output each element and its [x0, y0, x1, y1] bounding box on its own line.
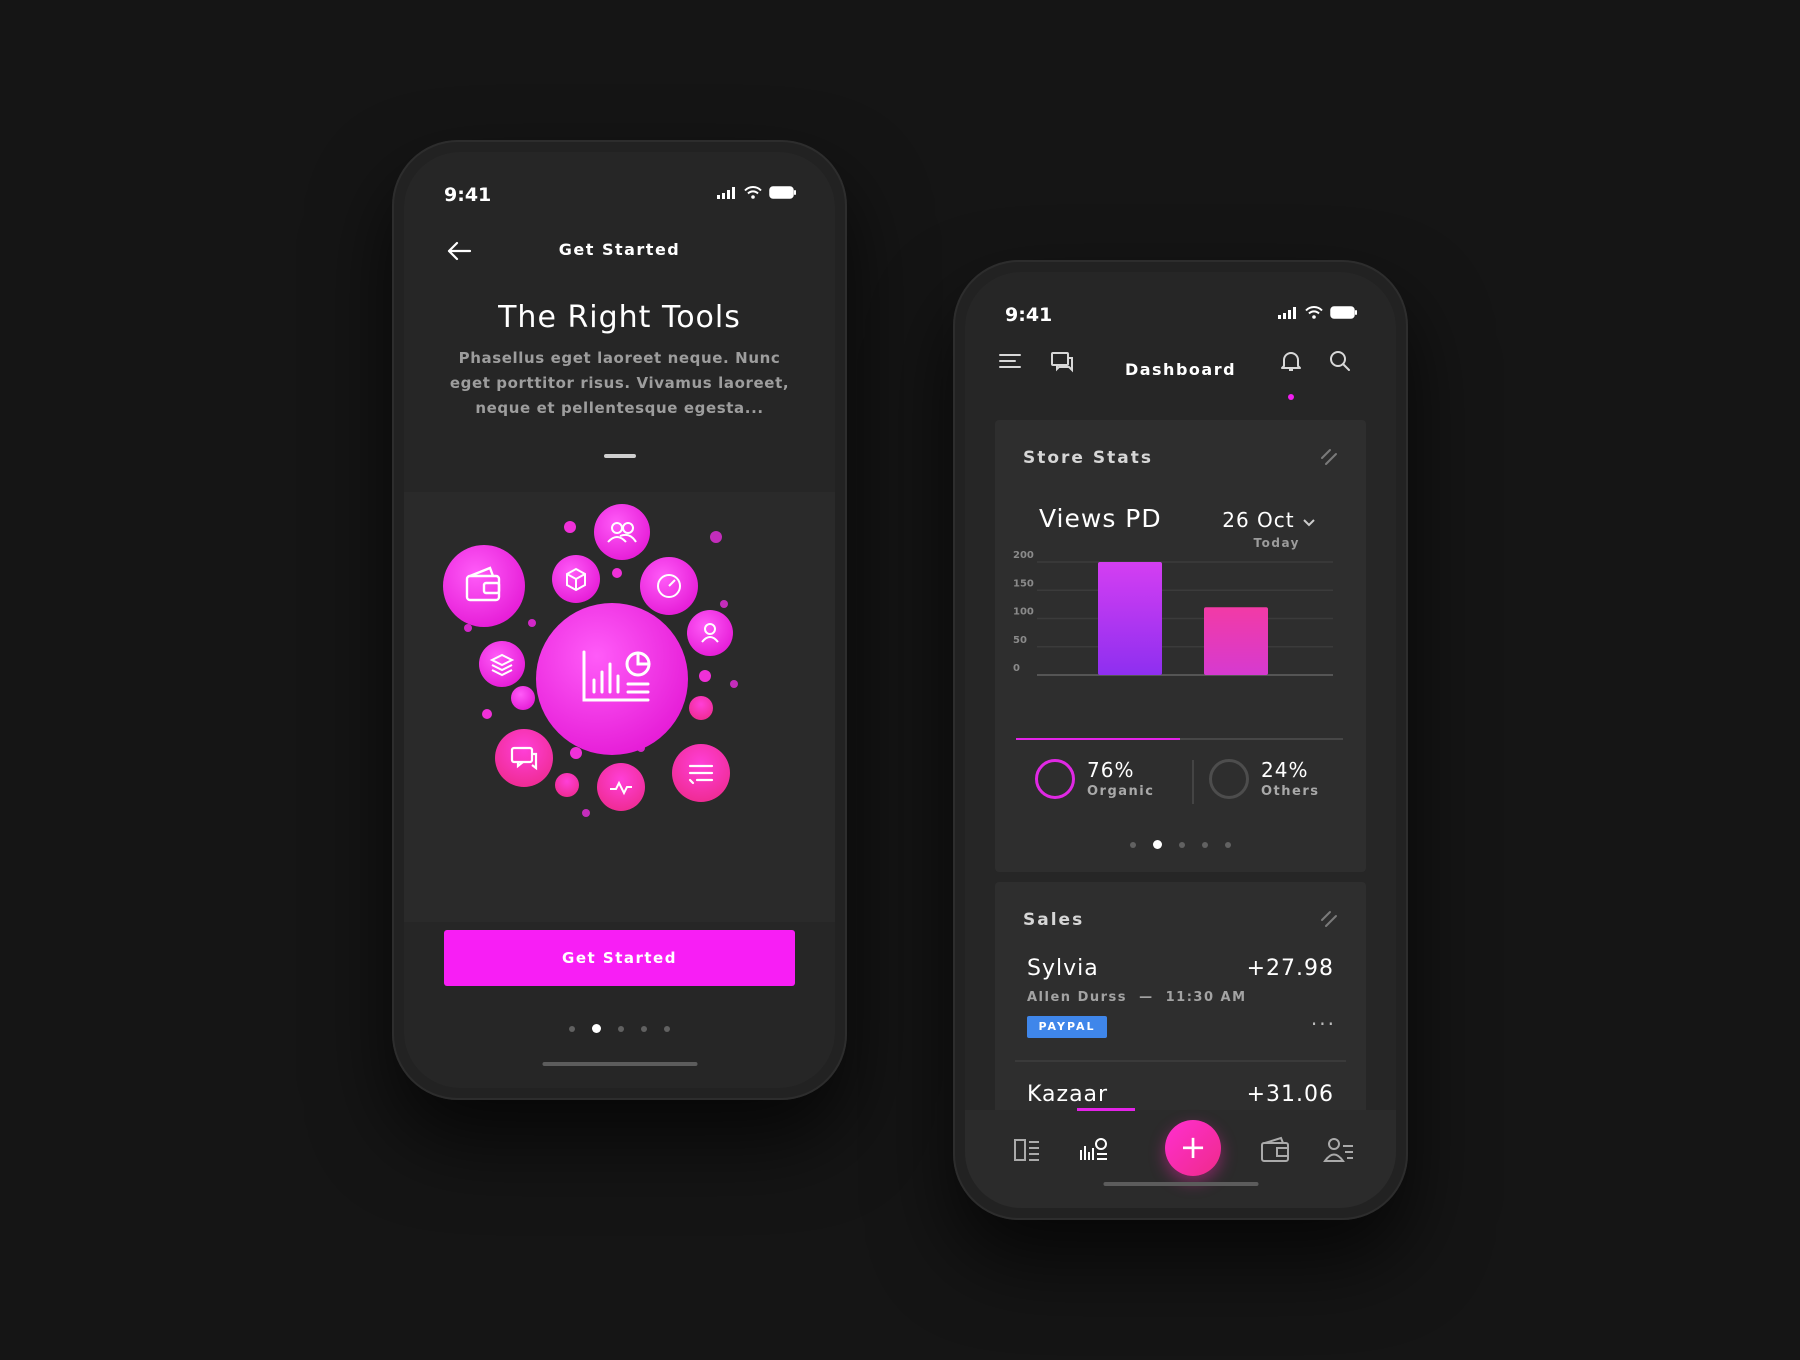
stats-page-indicator [995, 840, 1366, 849]
page-dot[interactable] [1179, 841, 1185, 848]
organic-label: Organic [1087, 784, 1155, 799]
page-dot[interactable] [1225, 841, 1231, 848]
dashboard-icon[interactable] [1011, 1134, 1043, 1166]
organic-progress-track [1016, 738, 1343, 740]
tab-bar: + [965, 1108, 1396, 1208]
get-started-button[interactable]: Get Started [444, 930, 795, 986]
date-value: 26 Oct [1222, 508, 1295, 532]
others-label: Others [1261, 784, 1320, 799]
metric-label: Views PD [1039, 504, 1162, 533]
page-dot[interactable] [569, 1025, 575, 1032]
status-icons [717, 186, 797, 199]
users-bubble [594, 504, 650, 560]
sale-amount: +31.06 [1246, 1082, 1334, 1107]
sale-time: 11:30 AM [1165, 990, 1247, 1005]
more-icon[interactable]: ··· [1311, 1012, 1336, 1036]
others-ring [1209, 758, 1249, 799]
bar[interactable] [1098, 562, 1162, 675]
page-dot[interactable] [1130, 841, 1136, 848]
signal-icon [717, 186, 735, 199]
y-tick-label: 100 [1013, 607, 1034, 618]
page-dot[interactable] [1202, 841, 1208, 848]
card-title: Sales [1023, 910, 1085, 930]
sale-name[interactable]: Kazaar [1027, 1082, 1108, 1107]
page-heading: The Right Tools [498, 300, 741, 335]
page-dot-active[interactable] [1153, 840, 1162, 849]
organic-ring [1035, 758, 1075, 799]
analytics-bubble [536, 603, 688, 755]
status-time: 9:41 [444, 184, 492, 206]
card-title: Store Stats [1023, 448, 1153, 468]
payment-badge: PAYPAL [1027, 1016, 1107, 1038]
y-tick-label: 150 [1013, 578, 1034, 589]
divider [603, 454, 636, 458]
wifi-icon [1305, 306, 1323, 319]
home-indicator[interactable] [1103, 1182, 1258, 1186]
organic-value: 76% [1087, 758, 1135, 782]
others-value: 24% [1261, 758, 1309, 782]
sale-customer: Allen Durss [1027, 990, 1128, 1005]
store-stats-card: Store Stats Views PD 26 Oct Today 200 150… [995, 420, 1366, 872]
active-tab-indicator [1077, 1108, 1135, 1111]
screen: 9:41 Dashboard Store Stats Views PD 26 O… [965, 272, 1396, 1208]
legend-organic: 76% Organic [1035, 758, 1154, 799]
page-dot[interactable] [664, 1025, 670, 1032]
date-subtitle: Today [1253, 536, 1300, 550]
contacts-icon[interactable] [1323, 1134, 1355, 1166]
signal-icon [1278, 306, 1296, 319]
notification-dot [1288, 394, 1294, 400]
page-dot[interactable] [641, 1025, 647, 1032]
sales-card: Sales Sylvia +27.98 Allen Durss — 11:30 … [995, 882, 1366, 1142]
chevron-down-icon [1303, 519, 1315, 527]
stats-icon[interactable] [1077, 1134, 1109, 1166]
date-selector[interactable]: 26 Oct [1222, 508, 1316, 532]
page-dot-active[interactable] [592, 1024, 601, 1033]
wifi-icon [744, 186, 762, 199]
resize-icon[interactable] [1318, 446, 1340, 468]
wallet-icon[interactable] [1259, 1134, 1291, 1166]
battery-icon [1330, 306, 1357, 319]
legend-others: 24% Others [1209, 758, 1320, 799]
home-indicator[interactable] [542, 1062, 697, 1066]
bell-icon[interactable] [1278, 348, 1304, 374]
search-icon[interactable] [1327, 348, 1353, 374]
phone-dashboard: 9:41 Dashboard Store Stats Views PD 26 O… [953, 260, 1408, 1220]
y-tick-label: 200 [1013, 550, 1034, 561]
status-time: 9:41 [1005, 304, 1053, 326]
sale-meta: Allen Durss — 11:30 AM [1027, 990, 1247, 1005]
top-bar: Dashboard [965, 344, 1396, 404]
add-button[interactable]: + [1165, 1120, 1221, 1176]
resize-icon[interactable] [1318, 908, 1340, 930]
page-indicator [404, 1024, 835, 1033]
page-dot[interactable] [618, 1025, 624, 1032]
sale-name[interactable]: Sylvia [1027, 956, 1099, 981]
status-icons [1278, 306, 1358, 319]
sale-divider [1015, 1060, 1346, 1062]
bar[interactable] [1204, 607, 1268, 675]
legend-divider [1192, 760, 1194, 804]
organic-progress-fill [1016, 738, 1181, 740]
nav-title: Get Started [558, 240, 681, 259]
battery-icon [769, 186, 796, 199]
phone-get-started: 9:41 Get Started The Right Tools Phasell… [392, 140, 847, 1100]
y-tick-label: 50 [1013, 635, 1027, 646]
y-tick-label: 0 [1013, 663, 1020, 674]
views-bar-chart: 200 150 100 50 0 [1013, 550, 1333, 676]
tools-illustration [404, 492, 835, 922]
sale-amount: +27.98 [1246, 956, 1334, 981]
page-description: Phasellus eget laoreet neque. Nunc eget … [449, 349, 790, 417]
chat-bubble [495, 729, 553, 787]
screen: 9:41 Get Started The Right Tools Phasell… [404, 152, 835, 1088]
